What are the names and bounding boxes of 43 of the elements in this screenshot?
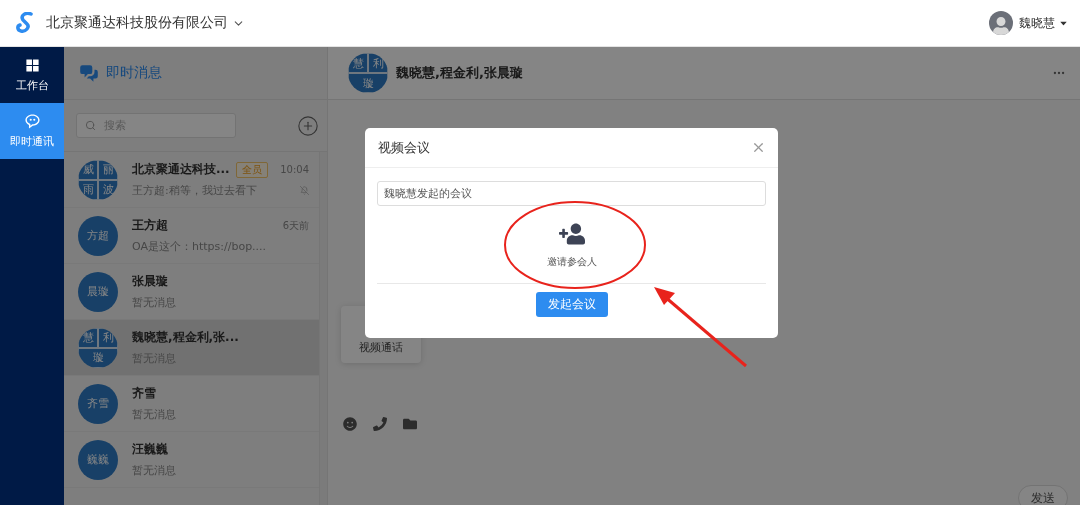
avatar-initial: 慧 xyxy=(348,53,368,73)
conversation-name: 北京聚通达科技... xyxy=(132,161,230,178)
avatar-initial: 波 xyxy=(98,179,118,200)
nav-item[interactable]: 即时通讯 xyxy=(0,103,64,159)
nav-item[interactable]: 工作台 xyxy=(0,47,64,103)
conversation-name: 齐雪 xyxy=(132,385,156,402)
avatar-initial: 雨 xyxy=(78,179,98,200)
avatar-initial: 利 xyxy=(98,327,118,348)
avatar-initials: 齐雪 xyxy=(86,396,110,412)
avatar-initial: 威 xyxy=(78,159,98,180)
company-name[interactable]: 北京聚通达科技股份有限公司 xyxy=(46,14,228,32)
emoji-icon[interactable] xyxy=(343,417,357,431)
avatar-initials: 晨璇 xyxy=(86,284,110,300)
menu-item[interactable]: 视频通话 xyxy=(359,340,421,355)
phone-icon[interactable] xyxy=(373,417,387,431)
add-icon[interactable] xyxy=(297,114,319,137)
grid-icon xyxy=(23,57,41,74)
panel-title: 即时消息 xyxy=(106,64,162,82)
start-meeting-button[interactable]: 发起会议 xyxy=(535,292,608,317)
chat-bubbles-icon xyxy=(78,62,100,84)
user-avatar[interactable] xyxy=(989,11,1013,35)
folder-icon[interactable] xyxy=(403,417,417,431)
avatar-initial: 利 xyxy=(368,53,388,73)
close-icon[interactable] xyxy=(751,140,766,155)
conversation-name: 王方超 xyxy=(132,217,168,234)
conversation-name: 张晨璇 xyxy=(132,273,168,290)
dialog-title: 视频会议 xyxy=(378,138,430,157)
group-tag: 全员 xyxy=(235,161,268,178)
conversation-name: 魏晓慧,程金利,张... xyxy=(132,329,239,346)
avatar-initial: 慧 xyxy=(78,327,98,348)
meeting-topic-field[interactable]: 魏晓慧发起的会议 xyxy=(377,181,766,206)
user-name[interactable]: 魏晓慧 xyxy=(1019,14,1055,32)
chat-title: 魏晓慧,程金利,张晨璇 xyxy=(396,64,523,82)
avatar-initial: 丽 xyxy=(98,159,118,180)
nav-label: 即时通讯 xyxy=(10,134,54,149)
avatar-initials: 巍巍 xyxy=(86,452,110,468)
avatar-initials: 方超 xyxy=(86,228,110,244)
search-icon xyxy=(85,120,96,131)
conversation-name: 汪巍巍 xyxy=(132,441,168,458)
nav-label: 工作台 xyxy=(15,78,49,93)
chat-icon xyxy=(23,113,41,130)
send-button[interactable]: 发送 xyxy=(1018,485,1068,505)
invite-label: 邀请参会人 xyxy=(546,254,597,269)
